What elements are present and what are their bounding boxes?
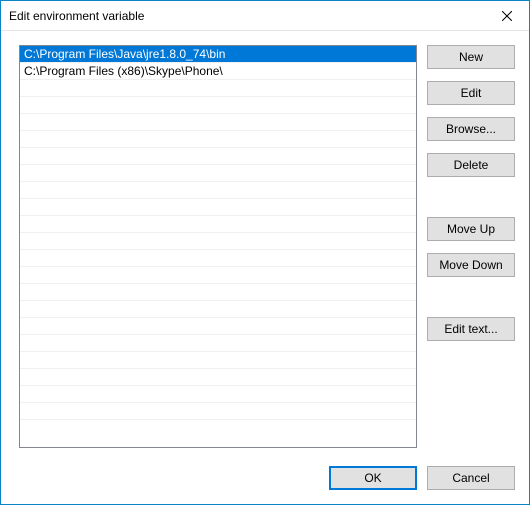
list-item (20, 335, 416, 352)
list-item (20, 352, 416, 369)
list-item (20, 284, 416, 301)
list-item (20, 403, 416, 420)
edit-button[interactable]: Edit (427, 81, 515, 105)
close-button[interactable] (484, 1, 529, 30)
dialog-window: Edit environment variable C:\Program Fil… (0, 0, 530, 505)
list-item (20, 148, 416, 165)
footer: OK Cancel (19, 466, 515, 490)
side-buttons: New Edit Browse... Delete Move Up Move D… (427, 45, 515, 448)
list-item[interactable]: C:\Program Files\Java\jre1.8.0_74\bin (20, 46, 416, 63)
close-icon (502, 11, 512, 21)
list-item (20, 131, 416, 148)
list-item (20, 97, 416, 114)
move-up-button[interactable]: Move Up (427, 217, 515, 241)
browse-button[interactable]: Browse... (427, 117, 515, 141)
list-item (20, 114, 416, 131)
list-item (20, 165, 416, 182)
move-down-button[interactable]: Move Down (427, 253, 515, 277)
list-item (20, 216, 416, 233)
list-item (20, 199, 416, 216)
list-item (20, 182, 416, 199)
list-item (20, 250, 416, 267)
list-item (20, 80, 416, 97)
list-item (20, 301, 416, 318)
list-item (20, 369, 416, 386)
spacer (427, 189, 515, 217)
titlebar: Edit environment variable (1, 1, 529, 31)
new-button[interactable]: New (427, 45, 515, 69)
list-item (20, 318, 416, 335)
path-listbox[interactable]: C:\Program Files\Java\jre1.8.0_74\binC:\… (19, 45, 417, 448)
ok-button[interactable]: OK (329, 466, 417, 490)
client-area: C:\Program Files\Java\jre1.8.0_74\binC:\… (1, 31, 529, 504)
cancel-button[interactable]: Cancel (427, 466, 515, 490)
spacer (427, 289, 515, 317)
list-item (20, 233, 416, 250)
main-row: C:\Program Files\Java\jre1.8.0_74\binC:\… (19, 45, 515, 448)
edit-text-button[interactable]: Edit text... (427, 317, 515, 341)
list-item (20, 267, 416, 284)
list-item (20, 386, 416, 403)
list-item[interactable]: C:\Program Files (x86)\Skype\Phone\ (20, 63, 416, 80)
window-title: Edit environment variable (9, 9, 144, 23)
delete-button[interactable]: Delete (427, 153, 515, 177)
